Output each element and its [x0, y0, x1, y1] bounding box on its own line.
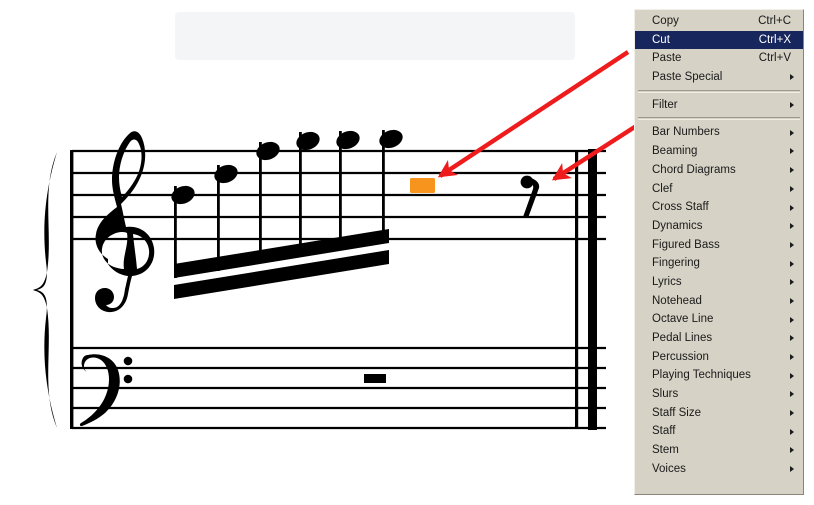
music-score-canvas[interactable] [0, 0, 640, 500]
menu-item-playing-techniques[interactable]: Playing Techniques [635, 366, 803, 385]
submenu-arrow-icon [790, 466, 794, 473]
submenu-arrow-icon [790, 447, 794, 454]
menu-item-chord-diagrams[interactable]: Chord Diagrams [635, 161, 803, 180]
score-context-menu[interactable]: Copy Ctrl+C Cut Ctrl+X Paste Ctrl+V Paste Spec… [634, 9, 804, 495]
menu-item-fingering[interactable]: Fingering [635, 254, 803, 273]
menu-item-stem[interactable]: Stem [635, 441, 803, 460]
menu-item-pedal-lines[interactable]: Pedal Lines [635, 329, 803, 348]
menu-item-label: Pedal Lines [652, 332, 713, 344]
submenu-arrow-icon [790, 74, 794, 81]
menu-item-label: Cross Staff [652, 201, 709, 214]
submenu-arrow-icon [790, 316, 794, 323]
menu-item-label: Staff [652, 425, 676, 438]
selected-rest[interactable] [410, 178, 435, 193]
menu-item-label: Playing Techniques [652, 369, 751, 382]
menu-item-cut[interactable]: Cut Ctrl+X [635, 30, 803, 50]
menu-item-copy[interactable]: Copy Ctrl+C [635, 12, 803, 31]
menu-item-lyrics[interactable]: Lyrics [635, 273, 803, 292]
menu-item-label: Bar Numbers [652, 126, 720, 139]
submenu-arrow-icon [790, 223, 794, 230]
menu-item-shortcut: Ctrl+V [758, 52, 791, 65]
menu-item-label: Voices [652, 462, 686, 475]
submenu-arrow-icon [790, 279, 794, 286]
submenu-arrow-icon [790, 204, 794, 211]
menu-item-label: Dynamics [652, 219, 703, 232]
menu-item-label: Stem [652, 444, 679, 457]
notehead[interactable] [212, 162, 240, 186]
submenu-arrow-icon [790, 391, 794, 398]
menu-item-staff[interactable]: Staff [635, 422, 803, 441]
menu-item-label: Figured Bass [652, 238, 720, 251]
submenu-arrow-icon [790, 129, 794, 136]
submenu-arrow-icon [790, 410, 794, 417]
beamed-note-group[interactable] [169, 127, 405, 299]
system-brace [33, 152, 57, 428]
notehead[interactable] [334, 128, 362, 152]
treble-clef[interactable] [95, 131, 155, 313]
menu-item-label: Notehead [652, 294, 702, 307]
menu-item-label: Copy [652, 15, 679, 27]
submenu-arrow-icon [790, 102, 794, 109]
menu-item-label: Fingering [652, 257, 700, 270]
menu-item-figured-bass[interactable]: Figured Bass [635, 236, 803, 255]
menu-item-label: Chord Diagrams [652, 163, 736, 176]
menu-item-filter[interactable]: Filter [635, 96, 803, 115]
menu-item-dynamics[interactable]: Dynamics [635, 217, 803, 236]
menu-item-voices[interactable]: Voices [635, 460, 803, 479]
notehead[interactable] [377, 127, 405, 151]
system-left-barline [70, 150, 74, 429]
submenu-arrow-icon [790, 354, 794, 361]
menu-separator [638, 117, 800, 121]
menu-item-label: Slurs [652, 388, 679, 401]
menu-item-percussion[interactable]: Percussion [635, 348, 803, 367]
menu-item-label: Staff Size [652, 406, 702, 419]
submenu-arrow-icon [790, 148, 794, 155]
menu-item-label: Lyrics [652, 275, 682, 288]
menu-separator [638, 89, 800, 93]
menu-item-label: Octave Line [652, 313, 714, 326]
menu-item-notehead[interactable]: Notehead [635, 292, 803, 311]
bass-staff-lines [72, 346, 606, 430]
notehead[interactable] [254, 139, 282, 163]
submenu-arrow-icon [790, 260, 794, 267]
menu-item-shortcut: Ctrl+C [758, 15, 791, 27]
menu-item-slurs[interactable]: Slurs [635, 385, 803, 404]
submenu-arrow-icon [790, 372, 794, 379]
menu-item-paste[interactable]: Paste Ctrl+V [635, 49, 803, 68]
notehead[interactable] [294, 129, 322, 153]
menu-item-octave-line[interactable]: Octave Line [635, 310, 803, 329]
menu-item-beaming[interactable]: Beaming [635, 142, 803, 161]
whole-rest[interactable] [364, 374, 386, 383]
menu-item-staff-size[interactable]: Staff Size [635, 404, 803, 423]
menu-item-label: Cut [652, 33, 670, 46]
menu-item-shortcut: Ctrl+X [758, 33, 791, 46]
menu-item-clef[interactable]: Clef [635, 180, 803, 199]
notehead[interactable] [169, 183, 197, 207]
submenu-arrow-icon [790, 241, 794, 248]
submenu-arrow-icon [790, 167, 794, 174]
submenu-arrow-icon [790, 297, 794, 304]
submenu-arrow-icon [790, 335, 794, 342]
menu-item-paste-special[interactable]: Paste Special [635, 68, 803, 87]
menu-item-cross-staff[interactable]: Cross Staff [635, 198, 803, 217]
menu-item-label: Clef [652, 182, 673, 195]
menu-item-label: Paste Special [652, 71, 723, 84]
eighth-rest[interactable] [520, 175, 540, 218]
submenu-arrow-icon [790, 428, 794, 435]
menu-item-label: Filter [652, 98, 678, 111]
menu-item-label: Percussion [652, 350, 709, 363]
submenu-arrow-icon [790, 185, 794, 192]
menu-item-label: Paste [652, 52, 682, 65]
menu-item-bar-numbers[interactable]: Bar Numbers [635, 123, 803, 142]
menu-item-label: Beaming [652, 145, 698, 158]
bass-clef[interactable] [79, 354, 133, 427]
